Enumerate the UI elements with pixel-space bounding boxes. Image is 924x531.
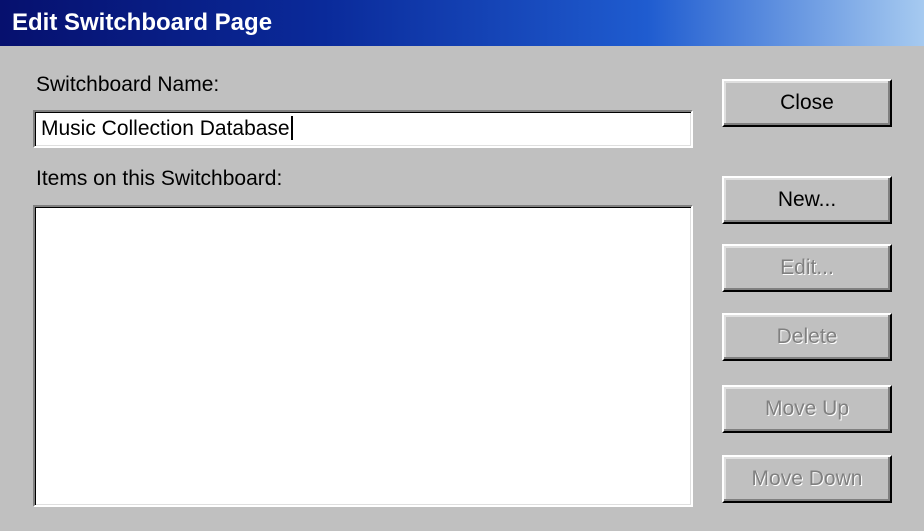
delete-item-button[interactable]: Delete	[722, 313, 892, 361]
switchboard-name-value: Music Collection Database	[41, 117, 290, 140]
switchboard-items-list[interactable]	[33, 205, 693, 507]
switchboard-name-input[interactable]: Music Collection Database	[33, 110, 693, 148]
edit-switchboard-dialog: Edit Switchboard Page Switchboard Name: …	[0, 0, 924, 531]
text-caret	[290, 116, 293, 140]
move-up-button[interactable]: Move Up	[722, 385, 892, 433]
edit-item-button[interactable]: Edit...	[722, 244, 892, 292]
switchboard-name-label: Switchboard Name:	[36, 73, 220, 96]
move-down-button[interactable]: Move Down	[722, 455, 892, 503]
switchboard-items-label: Items on this Switchboard:	[36, 167, 283, 190]
dialog-title: Edit Switchboard Page	[12, 9, 273, 36]
new-item-button[interactable]: New...	[722, 176, 892, 224]
title-bar[interactable]: Edit Switchboard Page	[0, 0, 924, 46]
close-button[interactable]: Close	[722, 79, 892, 127]
